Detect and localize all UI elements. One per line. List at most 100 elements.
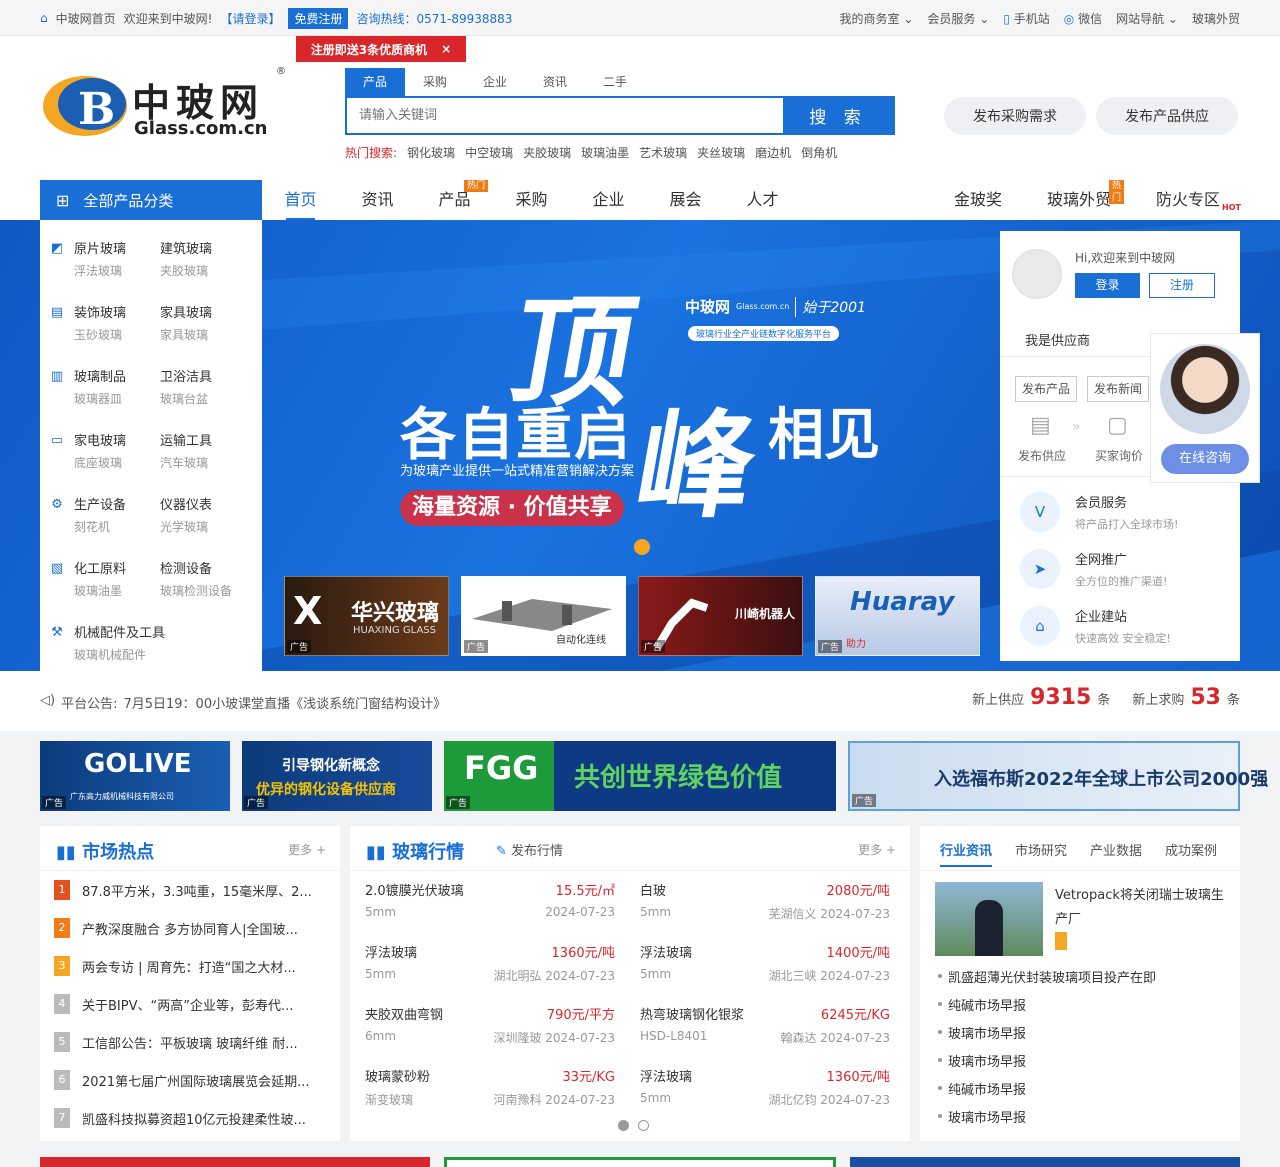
- hot-search-item[interactable]: 艺术玻璃: [639, 144, 687, 161]
- nav-purchase[interactable]: 采购: [493, 180, 570, 220]
- nav-expo[interactable]: 展会: [647, 180, 724, 220]
- register-button[interactable]: 免费注册: [288, 7, 349, 29]
- news-feature-image[interactable]: [935, 882, 1043, 956]
- service-promotion[interactable]: ➤ 全网推广 全方位的推广渠道!: [1020, 544, 1230, 599]
- service-member[interactable]: V 会员服务 将产品打入全球市场!: [1020, 487, 1230, 542]
- pager-dot[interactable]: [638, 1120, 649, 1131]
- category-row[interactable]: ⚙ 生产设备 仪器仪表 刻花机 光学玻璃: [48, 490, 258, 554]
- price-item[interactable]: 浮法玻璃 1360元/吨 5mm 湖北明弘 2024-07-23: [365, 942, 615, 1004]
- nav-news[interactable]: 资讯: [339, 180, 416, 220]
- hot-search-item[interactable]: 玻璃油墨: [581, 144, 629, 161]
- news-item[interactable]: 纯碱市场早报: [937, 995, 1026, 1014]
- hot-search-item[interactable]: 夹丝玻璃: [697, 144, 745, 161]
- news-feature-title[interactable]: Vetropack将关闭瑞士玻璃生产厂: [1055, 884, 1230, 932]
- nav-talent[interactable]: 人才: [724, 180, 801, 220]
- news-tab-data[interactable]: 产业数据: [1090, 840, 1142, 859]
- publish-news-button[interactable]: 发布新闻: [1087, 376, 1149, 402]
- close-icon[interactable]: ×: [441, 42, 451, 56]
- hot-search-item[interactable]: 钢化玻璃: [407, 144, 455, 161]
- category-row[interactable]: ◩ 原片玻璃 建筑玻璃 浮法玻璃 夹胶玻璃: [48, 234, 258, 298]
- online-consult-button[interactable]: 在线咨询: [1161, 444, 1249, 474]
- ad-fgg[interactable]: FGG 共创世界绿色价值 广告: [444, 741, 836, 811]
- banner-ad-1[interactable]: X 华兴玻璃 HUAXING GLASS 广告: [284, 576, 449, 656]
- news-item[interactable]: 玻璃市场早报: [937, 1023, 1026, 1042]
- all-categories-button[interactable]: ⊞ 全部产品分类: [40, 180, 262, 220]
- price-item[interactable]: 夹胶双曲弯钢 790元/平方 6mm 深圳隆玻 2024-07-23: [365, 1004, 615, 1066]
- announce-link[interactable]: 7月5日19：00小玻课堂直播《浅谈系统门窗结构设计》: [123, 693, 446, 712]
- panel-login-button[interactable]: 登录: [1075, 273, 1140, 298]
- panel-register-button[interactable]: 注册: [1149, 273, 1215, 298]
- my-office-link[interactable]: 我的商务室 ⌄: [840, 10, 914, 27]
- banner-ad-2[interactable]: 自动化连线 广告: [461, 576, 626, 656]
- pager-dot-active[interactable]: [618, 1120, 629, 1131]
- news-tab-cases[interactable]: 成功案例: [1165, 840, 1217, 859]
- carousel-dot[interactable]: [634, 539, 650, 555]
- foreign-trade-link[interactable]: 玻璃外贸: [1192, 10, 1240, 27]
- price-item[interactable]: 热弯玻璃钢化银浆 6245元/KG HSD-L8401 翰森达 2024-07-23: [640, 1004, 890, 1066]
- site-nav-link[interactable]: 网站导航 ⌄: [1116, 10, 1178, 27]
- ad-tempering[interactable]: 引导钢化新概念 优异的钢化设备供应商 广告: [242, 741, 432, 811]
- publish-product-button[interactable]: 发布产品: [1015, 376, 1077, 402]
- nav-fireproof[interactable]: 防火专区 HOT: [1156, 180, 1241, 220]
- news-item[interactable]: 玻璃市场早报: [937, 1107, 1026, 1126]
- price-item[interactable]: 浮法玻璃 1400元/吨 5mm 湖北三峡 2024-07-23: [640, 942, 890, 1004]
- category-row[interactable]: ▥ 玻璃制品 卫浴洁具 玻璃器皿 玻璃台盆: [48, 362, 258, 426]
- tab-supplier[interactable]: 我是供应商: [1025, 330, 1090, 349]
- register-promo[interactable]: 注册即送3条优质商机 ×: [296, 36, 466, 62]
- hot-item[interactable]: 3 两会专访 | 周育先：打造“国之大材...: [54, 947, 334, 985]
- hot-item[interactable]: 1 87.8平方米，3.3吨重，15毫米厚、2...: [54, 871, 334, 909]
- news-tab-research[interactable]: 市场研究: [1015, 840, 1067, 859]
- news-tab-industry[interactable]: 行业资讯: [940, 840, 993, 867]
- market-hot-more[interactable]: 更多 +: [288, 841, 326, 858]
- login-link[interactable]: 【请登录】: [220, 10, 280, 27]
- search-tab-news[interactable]: 资讯: [525, 68, 585, 96]
- hot-search-item[interactable]: 倒角机: [801, 144, 837, 161]
- member-service-link[interactable]: 会员服务 ⌄: [927, 10, 989, 27]
- wechat-link[interactable]: ◎ 微信: [1064, 10, 1102, 27]
- hot-item[interactable]: 4 关于BIPV、“两高”企业等，彭寿代...: [54, 985, 334, 1023]
- home-icon[interactable]: ⌂: [40, 11, 48, 25]
- home-link[interactable]: 中玻网首页: [56, 10, 116, 27]
- hot-search-item[interactable]: 磨边机: [755, 144, 791, 161]
- logo[interactable]: B 中玻网 Glass.com.cn ®: [40, 66, 290, 142]
- hot-item[interactable]: 6 2021第七届广州国际玻璃展览会延期...: [54, 1061, 334, 1099]
- news-item[interactable]: 纯碱市场早报: [937, 1079, 1026, 1098]
- nav-product[interactable]: 产品 热门: [416, 180, 493, 220]
- search-input[interactable]: [347, 98, 783, 133]
- price-item[interactable]: 玻璃蒙砂粉 33元/KG 渐变玻璃 河南豫科 2024-07-23: [365, 1066, 615, 1128]
- price-item[interactable]: 白玻 2080元/吨 5mm 芜湖信义 2024-07-23: [640, 880, 890, 942]
- price-item[interactable]: 2.0镀膜光伏玻璃 15.5元/㎡ 5mm 2024-07-23: [365, 880, 615, 942]
- flow-inquiry[interactable]: 买家询价: [1095, 447, 1143, 464]
- publish-supply-button[interactable]: 发布产品供应: [1096, 97, 1238, 135]
- flow-supply[interactable]: 发布供应: [1018, 447, 1066, 464]
- service-website[interactable]: ⌂ 企业建站 快速高效 安全稳定!: [1020, 601, 1230, 656]
- publish-price-link[interactable]: ✎ 发布行情: [496, 840, 563, 859]
- category-row[interactable]: ▤ 装饰玻璃 家具玻璃 玉砂玻璃 家具玻璃: [48, 298, 258, 362]
- news-item[interactable]: 凯盛超薄光伏封装玻璃项目投产在即: [937, 967, 1156, 986]
- search-button[interactable]: 搜 索: [783, 98, 893, 133]
- price-more[interactable]: 更多 +: [858, 841, 896, 858]
- nav-foreign-trade[interactable]: 玻璃外贸 热门: [1047, 180, 1125, 220]
- nav-home[interactable]: 首页: [262, 180, 339, 220]
- search-tab-product[interactable]: 产品: [345, 68, 405, 96]
- search-tab-used[interactable]: 二手: [585, 68, 645, 96]
- category-row[interactable]: ▧ 化工原料 检测设备 玻璃油墨 玻璃检测设备: [48, 554, 258, 618]
- nav-company[interactable]: 企业: [570, 180, 647, 220]
- hot-item[interactable]: 2 产教深度融合 多方协同育人|全国玻...: [54, 909, 334, 947]
- nav-golden-award[interactable]: 金玻奖: [954, 180, 1002, 220]
- category-row[interactable]: ▭ 家电玻璃 运输工具 底座玻璃 汽车玻璃: [48, 426, 258, 490]
- price-item[interactable]: 浮法玻璃 1360元/吨 5mm 湖北亿钧 2024-07-23: [640, 1066, 890, 1128]
- hot-search-item[interactable]: 夹胶玻璃: [523, 144, 571, 161]
- hot-item[interactable]: 5 工信部公告：平板玻璃 玻璃纤维 耐...: [54, 1023, 334, 1061]
- publish-purchase-button[interactable]: 发布采购需求: [944, 97, 1086, 135]
- banner-ad-3[interactable]: 川崎机器人 广告: [638, 576, 803, 656]
- banner-ad-4[interactable]: Huaray 助力 广告: [815, 576, 980, 656]
- news-item[interactable]: 玻璃市场早报: [937, 1051, 1026, 1070]
- search-tab-purchase[interactable]: 采购: [405, 68, 465, 96]
- online-consult-widget[interactable]: 在线咨询: [1150, 333, 1260, 483]
- hot-search-item[interactable]: 中空玻璃: [465, 144, 513, 161]
- mobile-site-link[interactable]: ▯ 手机站: [1003, 10, 1049, 27]
- search-tab-company[interactable]: 企业: [465, 68, 525, 96]
- hot-item[interactable]: 7 凯盛科技拟募资超10亿元投建柔性玻...: [54, 1099, 334, 1137]
- ad-forbes[interactable]: 入选福布斯2022年全球上市公司2000强 广告: [848, 741, 1268, 811]
